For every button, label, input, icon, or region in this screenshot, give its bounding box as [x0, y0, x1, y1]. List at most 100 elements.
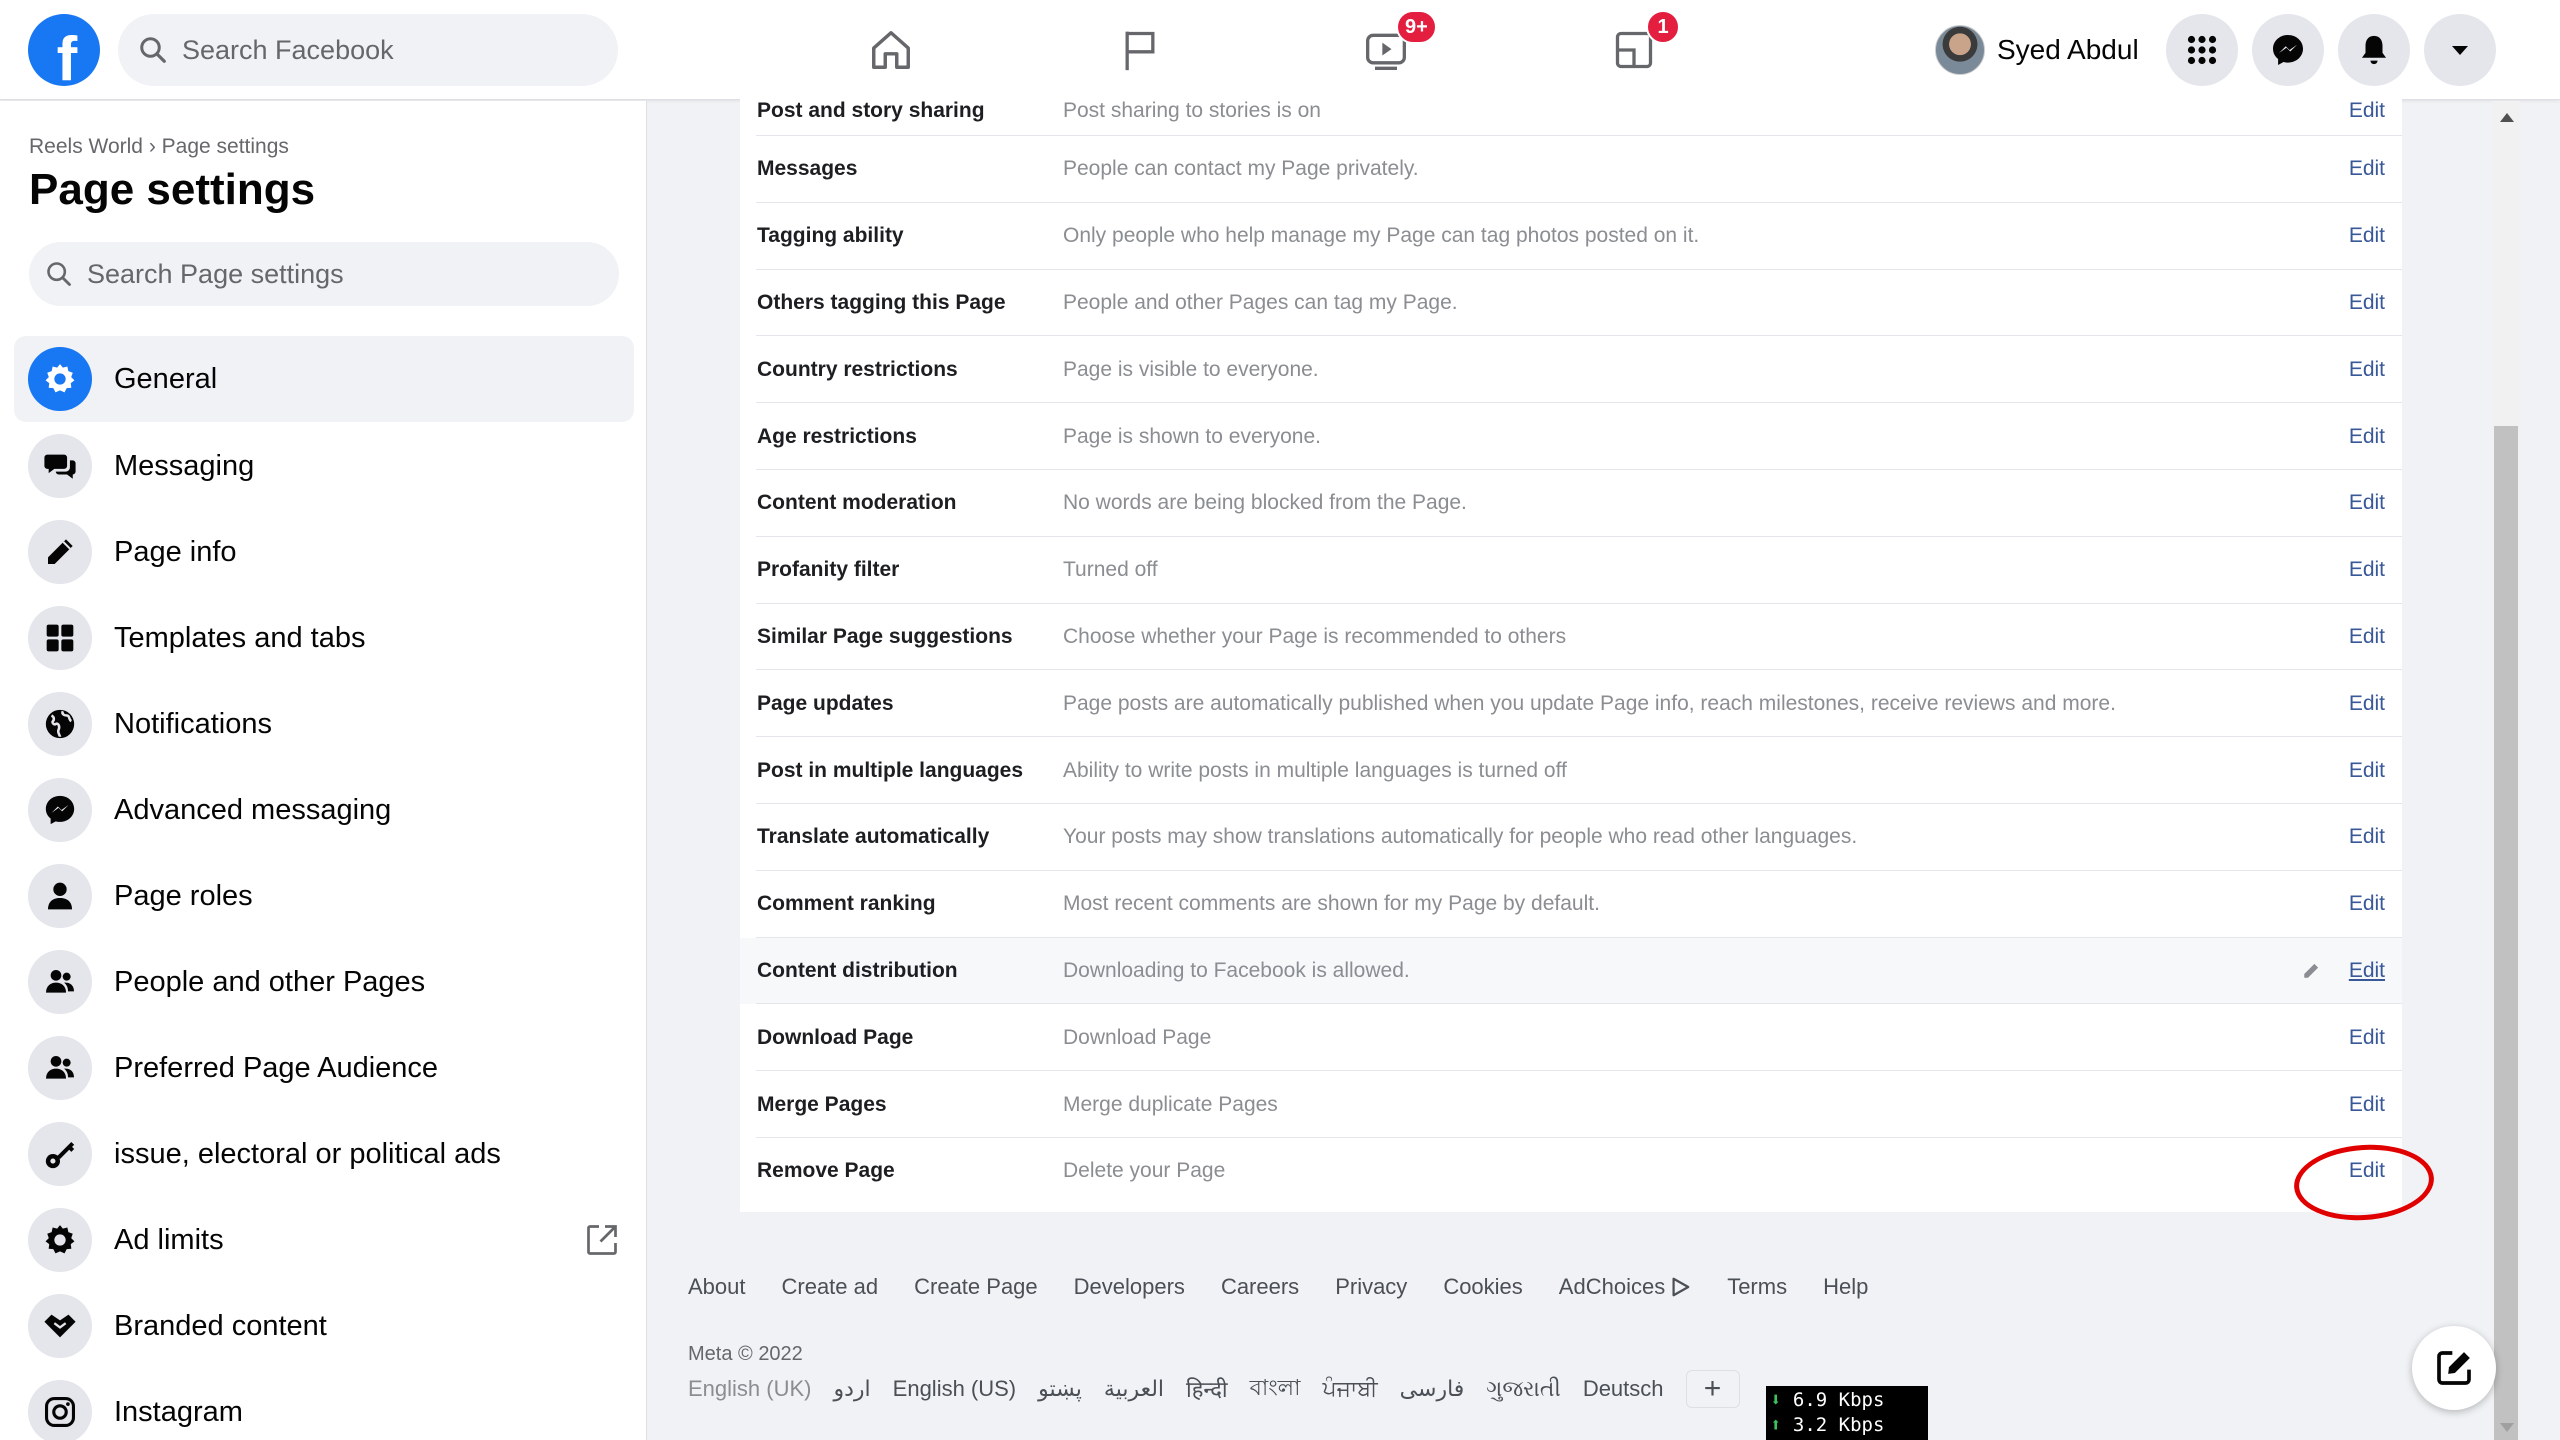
sidebar-item-ad-limits[interactable]: Ad limits — [14, 1197, 634, 1283]
remove-page-edit-link[interactable]: Edit — [2349, 1159, 2385, 1183]
language-link[interactable]: ગુજરાતી — [1486, 1376, 1561, 1402]
sidebar-item-label: Branded content — [114, 1309, 327, 1342]
sidebar-item-page-roles[interactable]: Page roles — [14, 853, 634, 939]
scroll-up-arrow-icon[interactable] — [2500, 113, 2514, 122]
footer-link-privacy[interactable]: Privacy — [1335, 1274, 1407, 1300]
scrollbar-thumb[interactable] — [2494, 426, 2518, 1440]
sidebar-item-general[interactable]: General — [14, 336, 634, 422]
table-row[interactable]: Merge Pages Merge duplicate Pages Edit — [740, 1071, 2402, 1138]
footer-link-cookies[interactable]: Cookies — [1443, 1274, 1522, 1300]
sidebar-item-advanced-messaging[interactable]: Advanced messaging — [14, 767, 634, 853]
setting-label: Translate automatically — [757, 825, 990, 849]
sidebar-item-messaging[interactable]: Messaging — [14, 423, 634, 509]
account-menu-button[interactable] — [2424, 14, 2496, 86]
setting-label: Content distribution — [757, 958, 958, 982]
setting-label: Post and story sharing — [757, 99, 985, 122]
edit-link[interactable]: Edit — [2349, 759, 2385, 783]
footer-link-create-ad[interactable]: Create ad — [782, 1274, 879, 1300]
sidebar-item-templates-and-tabs[interactable]: Templates and tabs — [14, 595, 634, 681]
profile-button[interactable]: Syed Abdul — [1935, 24, 2139, 76]
language-link[interactable]: العربية — [1104, 1376, 1164, 1402]
edit-link[interactable]: Edit — [2349, 224, 2385, 248]
language-link[interactable]: پښتو — [1038, 1376, 1082, 1402]
page-scrollbar[interactable] — [2492, 101, 2520, 1440]
edit-link[interactable]: Edit — [2349, 157, 2385, 181]
edit-link[interactable]: Edit — [2349, 425, 2385, 449]
sidebar-item-page-info[interactable]: Page info — [14, 509, 634, 595]
edit-link[interactable]: Edit — [2349, 625, 2385, 649]
external-link-icon[interactable] — [584, 1222, 620, 1258]
settings-search-input[interactable]: Search Page settings — [29, 242, 619, 306]
nav-gaming-tab[interactable]: 1 — [1594, 10, 1680, 82]
scroll-down-arrow-icon[interactable] — [2500, 1423, 2514, 1432]
language-link[interactable]: বাংলা — [1250, 1371, 1301, 1408]
language-link[interactable]: فارسی — [1400, 1376, 1465, 1402]
people-icon — [28, 950, 92, 1014]
notifications-button[interactable] — [2338, 14, 2410, 86]
sidebar-item-branded-content[interactable]: Branded content — [14, 1283, 634, 1369]
profile-name: Syed Abdul — [1997, 34, 2139, 65]
footer-link-careers[interactable]: Careers — [1221, 1274, 1299, 1300]
setting-value: Only people who help manage my Page can … — [1063, 224, 1700, 248]
edit-link[interactable]: Edit — [2349, 558, 2385, 582]
edit-link[interactable]: Edit — [2349, 1026, 2385, 1050]
new-message-button[interactable] — [2412, 1326, 2496, 1410]
table-row[interactable]: Messages People can contact my Page priva… — [740, 136, 2402, 203]
table-row[interactable]: Remove Page Delete your Page Edit — [740, 1138, 2402, 1205]
sidebar-item-instagram[interactable]: Instagram — [14, 1369, 634, 1440]
sidebar-item-preferred-page-audience[interactable]: Preferred Page Audience — [14, 1025, 634, 1111]
menu-button[interactable] — [2166, 14, 2238, 86]
footer-link-terms[interactable]: Terms — [1727, 1274, 1787, 1300]
messenger-button[interactable] — [2252, 14, 2324, 86]
table-row[interactable]: Translate automatically Your posts may sh… — [740, 804, 2402, 871]
footer-link-create-page[interactable]: Create Page — [914, 1274, 1038, 1300]
footer-link-adchoices[interactable]: AdChoices — [1559, 1274, 1691, 1300]
setting-label: Age restrictions — [757, 424, 917, 448]
setting-value: Delete your Page — [1063, 1159, 1226, 1183]
facebook-search-input[interactable]: Search Facebook — [118, 14, 618, 86]
footer-link-developers[interactable]: Developers — [1074, 1274, 1185, 1300]
adchoices-label: AdChoices — [1558, 1274, 1666, 1299]
table-row[interactable]: Post and story sharing Post sharing to st… — [740, 86, 2402, 136]
sidebar-item-people-and-other-pages[interactable]: People and other Pages — [14, 939, 634, 1025]
nav-home-tab[interactable] — [851, 18, 931, 82]
setting-label: Download Page — [757, 1025, 914, 1049]
table-row[interactable]: Profanity filter Turned off Edit — [740, 537, 2402, 604]
table-row[interactable]: Others tagging this Page People and other… — [740, 270, 2402, 337]
edit-link[interactable]: Edit — [2349, 358, 2385, 382]
edit-link[interactable]: Edit — [2349, 99, 2385, 123]
nav-pages-tab[interactable] — [1100, 18, 1180, 82]
sidebar-item-political-ads[interactable]: issue, electoral or political ads — [14, 1111, 634, 1197]
table-row[interactable]: Post in multiple languages Ability to wri… — [740, 737, 2402, 804]
add-language-button[interactable]: + — [1685, 1370, 1740, 1408]
edit-link[interactable]: Edit — [2349, 1093, 2385, 1117]
language-link[interactable]: English (US) — [893, 1376, 1016, 1402]
edit-link[interactable]: Edit — [2349, 892, 2385, 916]
table-row[interactable]: Download Page Download Page Edit — [740, 1004, 2402, 1071]
sidebar-item-notifications[interactable]: Notifications — [14, 681, 634, 767]
edit-link[interactable]: Edit — [2349, 291, 2385, 315]
table-row[interactable]: Content distribution Downloading to Faceb… — [740, 937, 2402, 1005]
table-row[interactable]: Comment ranking Most recent comments are … — [740, 871, 2402, 938]
edit-link[interactable]: Edit — [2349, 959, 2385, 983]
facebook-logo-icon[interactable]: f — [28, 14, 100, 86]
edit-link[interactable]: Edit — [2349, 692, 2385, 716]
table-row[interactable]: Page updates Page posts are automatically… — [740, 670, 2402, 737]
table-row[interactable]: Country restrictions Page is visible to e… — [740, 336, 2402, 403]
edit-link[interactable]: Edit — [2349, 491, 2385, 515]
table-row[interactable]: Age restrictions Page is shown to everyon… — [740, 403, 2402, 470]
language-link[interactable]: ਪੰਜਾਬੀ — [1322, 1376, 1377, 1402]
footer-link-help[interactable]: Help — [1823, 1274, 1868, 1300]
table-row[interactable]: Tagging ability Only people who help mana… — [740, 203, 2402, 270]
table-row[interactable]: Similar Page suggestions Choose whether y… — [740, 604, 2402, 671]
breadcrumb[interactable]: Reels World › Page settings — [29, 135, 289, 159]
setting-label: Country restrictions — [757, 357, 958, 381]
footer-link-about[interactable]: About — [688, 1274, 746, 1300]
table-row[interactable]: Content moderation No words are being blo… — [740, 470, 2402, 537]
language-link[interactable]: हिन्दी — [1186, 1374, 1228, 1404]
edit-link[interactable]: Edit — [2349, 825, 2385, 849]
language-link[interactable]: اردو — [833, 1376, 870, 1402]
nav-watch-tab[interactable]: 9+ — [1346, 10, 1437, 82]
language-link[interactable]: Deutsch — [1583, 1376, 1664, 1402]
search-icon — [140, 37, 166, 63]
